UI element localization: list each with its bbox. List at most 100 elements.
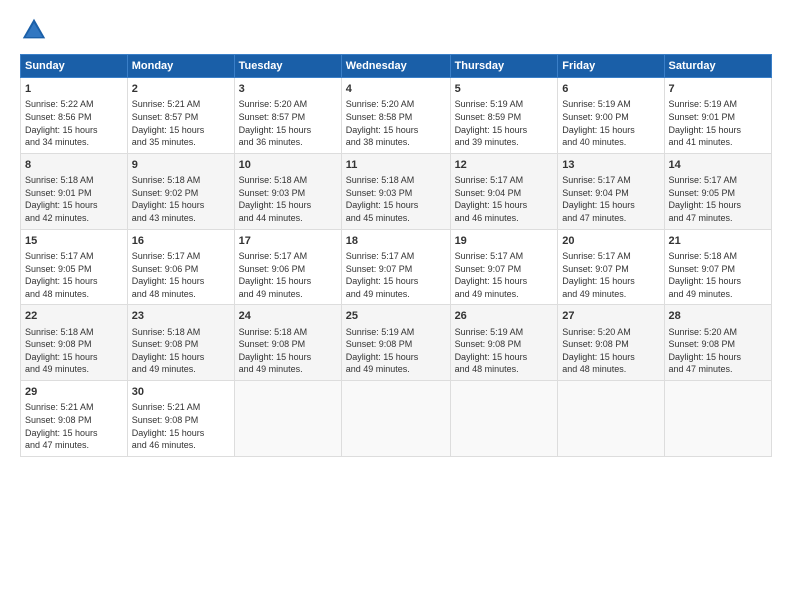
- day-number: 26: [455, 309, 554, 324]
- day-number: 12: [455, 158, 554, 173]
- day-info-line: and 36 minutes.: [239, 136, 337, 149]
- calendar-day-cell: 10Sunrise: 5:18 AMSunset: 9:03 PMDayligh…: [234, 153, 341, 229]
- day-info-line: Sunset: 9:06 PM: [239, 263, 337, 276]
- calendar-week-row: 8Sunrise: 5:18 AMSunset: 9:01 PMDaylight…: [21, 153, 772, 229]
- calendar-day-cell: 20Sunrise: 5:17 AMSunset: 9:07 PMDayligh…: [558, 229, 664, 305]
- day-info-line: Sunset: 9:08 PM: [669, 338, 767, 351]
- calendar-week-row: 1Sunrise: 5:22 AMSunset: 8:56 PMDaylight…: [21, 78, 772, 154]
- calendar-day-cell: 14Sunrise: 5:17 AMSunset: 9:05 PMDayligh…: [664, 153, 771, 229]
- day-info-line: and 49 minutes.: [455, 288, 554, 301]
- calendar-day-cell: 29Sunrise: 5:21 AMSunset: 9:08 PMDayligh…: [21, 381, 128, 457]
- day-info-line: Daylight: 15 hours: [25, 275, 123, 288]
- day-info-line: Sunrise: 5:22 AM: [25, 98, 123, 111]
- day-info-line: Daylight: 15 hours: [562, 275, 659, 288]
- day-info-line: Sunset: 9:07 PM: [562, 263, 659, 276]
- weekday-header: Tuesday: [234, 55, 341, 78]
- day-info-line: Daylight: 15 hours: [25, 427, 123, 440]
- day-info-line: Daylight: 15 hours: [239, 351, 337, 364]
- day-info-line: Sunrise: 5:18 AM: [25, 174, 123, 187]
- day-info-line: Daylight: 15 hours: [562, 351, 659, 364]
- day-number: 11: [346, 158, 446, 173]
- header: [20, 16, 772, 44]
- day-number: 9: [132, 158, 230, 173]
- day-info-line: Sunrise: 5:17 AM: [25, 250, 123, 263]
- calendar-day-cell: 3Sunrise: 5:20 AMSunset: 8:57 PMDaylight…: [234, 78, 341, 154]
- day-info-line: Sunrise: 5:19 AM: [562, 98, 659, 111]
- day-info-line: Daylight: 15 hours: [132, 124, 230, 137]
- day-number: 14: [669, 158, 767, 173]
- day-info-line: and 47 minutes.: [25, 439, 123, 452]
- day-info-line: and 49 minutes.: [239, 288, 337, 301]
- calendar-day-cell: 8Sunrise: 5:18 AMSunset: 9:01 PMDaylight…: [21, 153, 128, 229]
- day-info-line: Sunset: 8:56 PM: [25, 111, 123, 124]
- day-info-line: and 49 minutes.: [346, 288, 446, 301]
- calendar-day-cell: 28Sunrise: 5:20 AMSunset: 9:08 PMDayligh…: [664, 305, 771, 381]
- day-info-line: Sunrise: 5:17 AM: [562, 174, 659, 187]
- day-info-line: and 49 minutes.: [25, 363, 123, 376]
- day-info-line: Sunrise: 5:17 AM: [455, 250, 554, 263]
- day-info-line: Sunrise: 5:17 AM: [669, 174, 767, 187]
- day-info-line: and 44 minutes.: [239, 212, 337, 225]
- logo-icon: [20, 16, 48, 44]
- page: SundayMondayTuesdayWednesdayThursdayFrid…: [0, 0, 792, 612]
- day-info-line: and 43 minutes.: [132, 212, 230, 225]
- calendar-day-cell: 23Sunrise: 5:18 AMSunset: 9:08 PMDayligh…: [127, 305, 234, 381]
- day-number: 15: [25, 234, 123, 249]
- day-info-line: Sunrise: 5:20 AM: [562, 326, 659, 339]
- day-info-line: Sunset: 9:06 PM: [132, 263, 230, 276]
- day-info-line: Daylight: 15 hours: [562, 124, 659, 137]
- day-info-line: and 42 minutes.: [25, 212, 123, 225]
- day-info-line: and 46 minutes.: [455, 212, 554, 225]
- calendar-day-cell: 18Sunrise: 5:17 AMSunset: 9:07 PMDayligh…: [341, 229, 450, 305]
- calendar-week-row: 15Sunrise: 5:17 AMSunset: 9:05 PMDayligh…: [21, 229, 772, 305]
- day-info-line: Daylight: 15 hours: [346, 124, 446, 137]
- calendar-day-cell: 7Sunrise: 5:19 AMSunset: 9:01 PMDaylight…: [664, 78, 771, 154]
- calendar-day-cell: 27Sunrise: 5:20 AMSunset: 9:08 PMDayligh…: [558, 305, 664, 381]
- day-number: 17: [239, 234, 337, 249]
- day-number: 20: [562, 234, 659, 249]
- day-info-line: Sunrise: 5:17 AM: [455, 174, 554, 187]
- day-info-line: Sunset: 9:02 PM: [132, 187, 230, 200]
- weekday-header: Saturday: [664, 55, 771, 78]
- day-info-line: Daylight: 15 hours: [239, 124, 337, 137]
- day-info-line: Sunset: 9:04 PM: [562, 187, 659, 200]
- day-number: 22: [25, 309, 123, 324]
- logo: [20, 16, 52, 44]
- day-info-line: and 49 minutes.: [669, 288, 767, 301]
- day-info-line: Sunset: 9:05 PM: [25, 263, 123, 276]
- calendar-day-cell: [234, 381, 341, 457]
- calendar-week-row: 29Sunrise: 5:21 AMSunset: 9:08 PMDayligh…: [21, 381, 772, 457]
- day-info-line: and 47 minutes.: [562, 212, 659, 225]
- calendar-day-cell: 21Sunrise: 5:18 AMSunset: 9:07 PMDayligh…: [664, 229, 771, 305]
- day-number: 13: [562, 158, 659, 173]
- day-info-line: Sunset: 9:08 PM: [562, 338, 659, 351]
- day-info-line: Daylight: 15 hours: [455, 199, 554, 212]
- weekday-header: Thursday: [450, 55, 558, 78]
- day-info-line: Sunset: 9:03 PM: [346, 187, 446, 200]
- day-info-line: Sunrise: 5:17 AM: [132, 250, 230, 263]
- weekday-header: Friday: [558, 55, 664, 78]
- day-info-line: and 48 minutes.: [132, 288, 230, 301]
- day-number: 24: [239, 309, 337, 324]
- day-info-line: Sunset: 9:07 PM: [346, 263, 446, 276]
- day-info-line: Sunset: 9:08 PM: [132, 338, 230, 351]
- day-info-line: Sunset: 9:08 PM: [25, 338, 123, 351]
- day-info-line: Daylight: 15 hours: [132, 427, 230, 440]
- calendar-day-cell: 6Sunrise: 5:19 AMSunset: 9:00 PMDaylight…: [558, 78, 664, 154]
- calendar-day-cell: 30Sunrise: 5:21 AMSunset: 9:08 PMDayligh…: [127, 381, 234, 457]
- calendar-day-cell: 1Sunrise: 5:22 AMSunset: 8:56 PMDaylight…: [21, 78, 128, 154]
- day-info-line: Sunset: 8:57 PM: [132, 111, 230, 124]
- day-info-line: Sunrise: 5:18 AM: [239, 174, 337, 187]
- day-info-line: and 48 minutes.: [562, 363, 659, 376]
- calendar-day-cell: [664, 381, 771, 457]
- day-info-line: Sunrise: 5:17 AM: [346, 250, 446, 263]
- day-info-line: Sunset: 9:07 PM: [669, 263, 767, 276]
- day-number: 6: [562, 82, 659, 97]
- calendar-day-cell: [558, 381, 664, 457]
- day-info-line: Sunrise: 5:20 AM: [239, 98, 337, 111]
- day-info-line: and 47 minutes.: [669, 212, 767, 225]
- day-info-line: and 35 minutes.: [132, 136, 230, 149]
- calendar-day-cell: 5Sunrise: 5:19 AMSunset: 8:59 PMDaylight…: [450, 78, 558, 154]
- calendar-day-cell: 24Sunrise: 5:18 AMSunset: 9:08 PMDayligh…: [234, 305, 341, 381]
- day-info-line: Sunset: 9:00 PM: [562, 111, 659, 124]
